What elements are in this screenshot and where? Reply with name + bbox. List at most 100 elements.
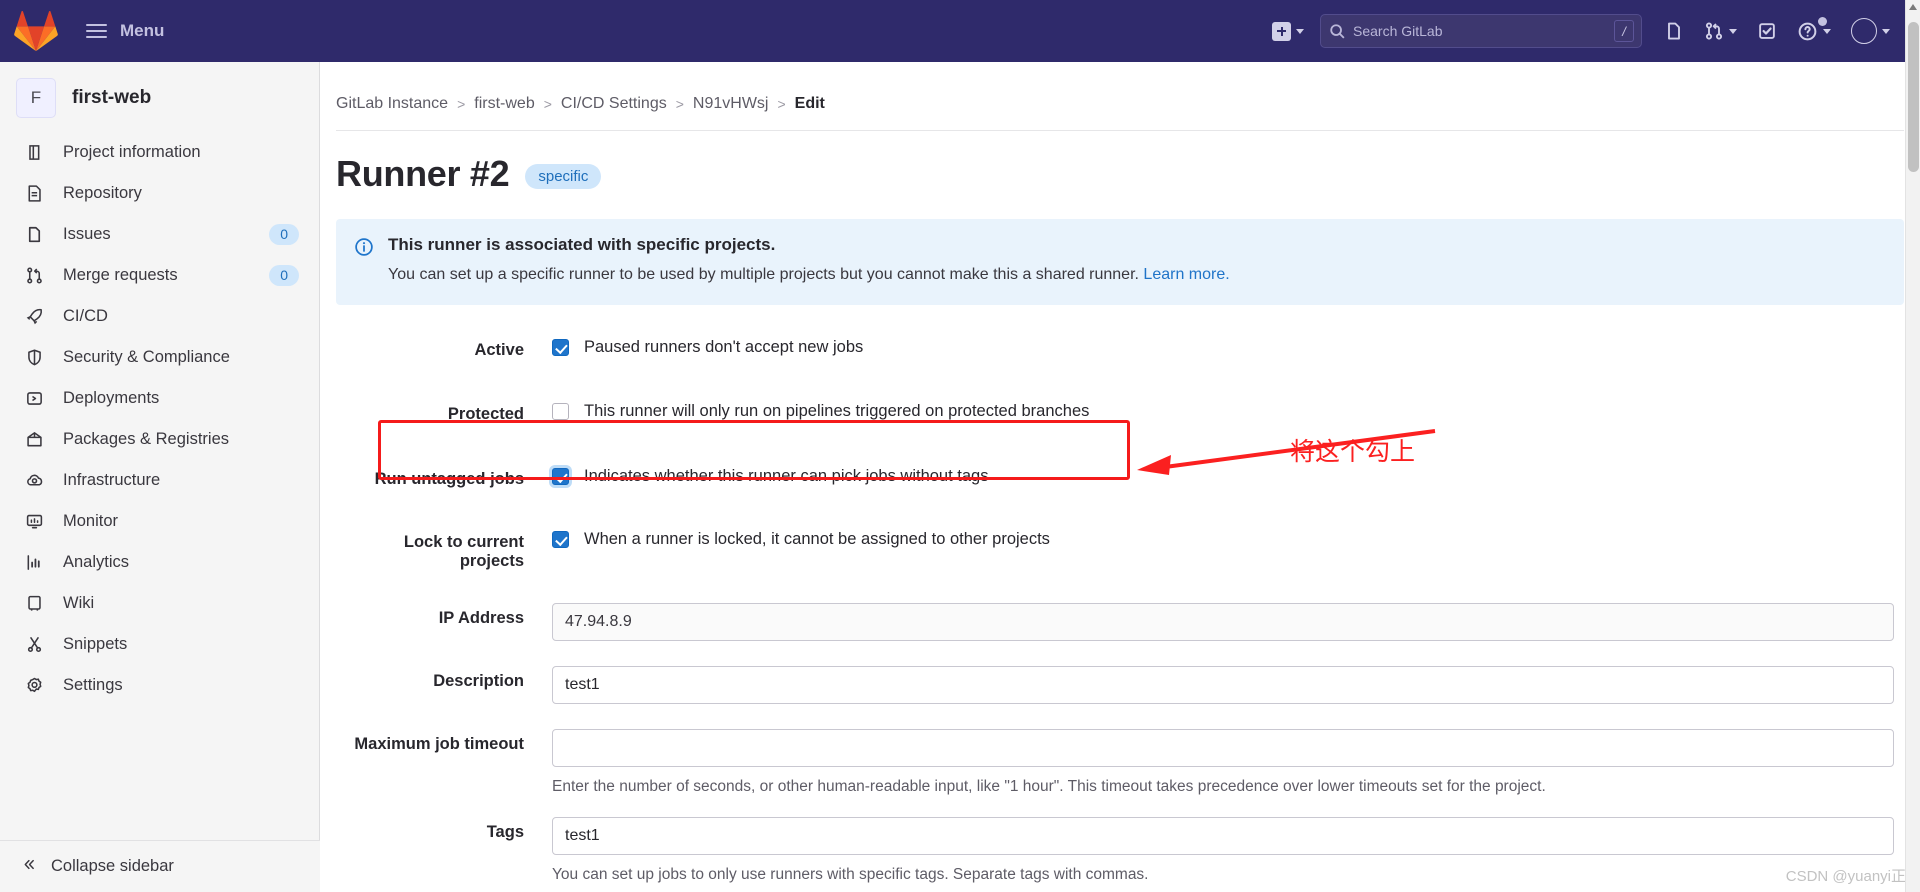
help-nav-button[interactable] <box>1787 10 1841 52</box>
sidebar-item-wiki[interactable]: Wiki <box>0 583 319 624</box>
maximum-job-timeout-input[interactable] <box>552 728 1894 767</box>
project-sidebar: F first-web Project information Reposito… <box>0 62 320 892</box>
sidebar-item-label: Deployments <box>63 389 160 407</box>
form-row-lock-to-current-projects: Lock to current projects When a runner i… <box>336 527 1904 571</box>
sidebar-item-analytics[interactable]: Analytics <box>0 542 319 583</box>
user-menu-button[interactable] <box>1841 10 1900 52</box>
issues-count-badge: 0 <box>269 223 299 246</box>
sidebar-item-cicd[interactable]: CI/CD <box>0 296 319 337</box>
breadcrumb-item-gitlab-instance[interactable]: GitLab Instance <box>336 95 448 113</box>
chevron-down-icon <box>1823 28 1831 34</box>
sidebar-item-label: Repository <box>63 184 142 202</box>
sidebar-nav-list: Project information Repository Issues 0 <box>0 132 319 706</box>
sidebar-item-label: Monitor <box>63 512 119 530</box>
sidebar-item-label: Analytics <box>63 553 130 571</box>
issues-icon <box>24 225 45 244</box>
top-navigation-bar: Menu Search GitLab / <box>0 0 1920 62</box>
gitlab-logo[interactable] <box>14 10 58 52</box>
alert-title: This runner is associated with specific … <box>388 235 776 254</box>
sidebar-item-label: CI/CD <box>63 307 108 325</box>
search-input[interactable]: Search GitLab / <box>1320 14 1642 48</box>
sidebar-item-packages-registries[interactable]: Packages & Registries <box>0 419 319 460</box>
breadcrumb-separator: > <box>675 96 684 112</box>
lock-projects-checkbox-label: When a runner is locked, it cannot be as… <box>584 529 1050 548</box>
sidebar-item-label: Snippets <box>63 635 128 653</box>
breadcrumb: GitLab Instance > first-web > CI/CD Sett… <box>320 62 1920 130</box>
ip-address-input <box>552 602 1894 641</box>
breadcrumb-current-edit: Edit <box>794 95 825 112</box>
annotation-text: 将这个勾上 <box>1290 437 1416 466</box>
info-icon <box>354 235 374 287</box>
lock-projects-checkbox-row[interactable]: When a runner is locked, it cannot be as… <box>552 527 1894 553</box>
description-input[interactable] <box>552 665 1894 704</box>
book-icon <box>24 594 45 613</box>
sidebar-item-security-compliance[interactable]: Security & Compliance <box>0 337 319 378</box>
sidebar-project-header[interactable]: F first-web <box>0 62 319 132</box>
package-icon <box>24 430 45 449</box>
run-untagged-jobs-checkbox-row[interactable]: Indicates whether this runner can pick j… <box>552 464 1894 490</box>
sidebar-item-merge-requests[interactable]: Merge requests 0 <box>0 255 319 296</box>
scrollbar-thumb[interactable] <box>1908 22 1919 172</box>
protected-checkbox-row[interactable]: This runner will only run on pipelines t… <box>552 399 1894 425</box>
avatar <box>1851 18 1877 44</box>
learn-more-link[interactable]: Learn more. <box>1143 266 1229 283</box>
active-label: Active <box>474 341 524 359</box>
protected-checkbox[interactable] <box>552 402 569 420</box>
sidebar-item-label: Packages & Registries <box>63 430 229 448</box>
runner-settings-form: Active Paused runners don't accept new j… <box>320 305 1920 887</box>
sidebar-item-infrastructure[interactable]: Infrastructure <box>0 460 319 501</box>
tags-help: You can set up jobs to only use runners … <box>552 866 1149 884</box>
breadcrumb-item-first-web[interactable]: first-web <box>474 95 534 113</box>
gear-icon <box>24 676 45 695</box>
breadcrumb-item-cicd-settings[interactable]: CI/CD Settings <box>561 95 667 113</box>
form-row-protected: Protected This runner will only run on p… <box>336 399 1904 425</box>
chevron-down-icon <box>1729 28 1737 34</box>
active-checkbox[interactable] <box>552 339 569 356</box>
tags-label: Tags <box>486 823 524 842</box>
new-item-button[interactable] <box>1262 10 1314 52</box>
run-untagged-jobs-checkbox[interactable] <box>552 468 569 486</box>
plus-square-icon <box>1272 21 1291 41</box>
maximum-job-timeout-help: Enter the number of seconds, or other hu… <box>552 777 1546 795</box>
collapse-sidebar-button[interactable]: Collapse sidebar <box>0 840 320 892</box>
project-avatar: F <box>16 78 56 118</box>
analytics-icon <box>24 553 45 572</box>
breadcrumb-item-runner-token[interactable]: N91vHWsj <box>693 95 769 113</box>
deployments-icon <box>24 389 45 408</box>
active-checkbox-row[interactable]: Paused runners don't accept new jobs <box>552 335 1894 361</box>
sidebar-item-issues[interactable]: Issues 0 <box>0 214 319 255</box>
alert-body: You can set up a specific runner to be u… <box>388 263 1230 287</box>
sidebar-item-settings[interactable]: Settings <box>0 665 319 706</box>
issues-nav-button[interactable] <box>1654 10 1694 52</box>
sidebar-item-deployments[interactable]: Deployments <box>0 378 319 419</box>
project-information-icon <box>24 143 45 162</box>
sidebar-item-label: Wiki <box>63 594 95 612</box>
sidebar-item-label: Issues <box>63 225 111 243</box>
status-badge: specific <box>525 164 602 189</box>
page-title: Runner #2 <box>336 153 510 194</box>
tags-input[interactable] <box>552 817 1894 856</box>
page-scrollbar[interactable] <box>1905 0 1920 892</box>
sidebar-item-snippets[interactable]: Snippets <box>0 624 319 665</box>
sidebar-item-project-information[interactable]: Project information <box>0 132 319 173</box>
form-row-description: Description <box>336 665 1904 704</box>
merge-requests-nav-button[interactable] <box>1694 10 1747 52</box>
sidebar-item-monitor[interactable]: Monitor <box>0 501 319 542</box>
rocket-icon <box>24 307 45 326</box>
search-icon <box>1329 23 1346 40</box>
lock-projects-checkbox[interactable] <box>552 530 569 548</box>
chevron-down-icon <box>1296 28 1304 34</box>
form-row-ip-address: IP Address <box>336 602 1904 641</box>
sidebar-item-label: Settings <box>63 676 123 694</box>
collapse-sidebar-label: Collapse sidebar <box>51 857 174 875</box>
scroll-up-arrow-icon[interactable] <box>1909 4 1917 10</box>
active-checkbox-label: Paused runners don't accept new jobs <box>584 338 864 356</box>
watermark: CSDN @yuanyi正 <box>1785 868 1906 885</box>
main-content: GitLab Instance > first-web > CI/CD Sett… <box>320 62 1920 892</box>
protected-label: Protected <box>447 404 524 423</box>
form-row-active: Active Paused runners don't accept new j… <box>336 335 1904 361</box>
sidebar-item-label: Infrastructure <box>63 471 161 489</box>
todos-nav-button[interactable] <box>1747 10 1787 52</box>
sidebar-item-repository[interactable]: Repository <box>0 173 319 214</box>
menu-button[interactable]: Menu <box>86 21 164 41</box>
